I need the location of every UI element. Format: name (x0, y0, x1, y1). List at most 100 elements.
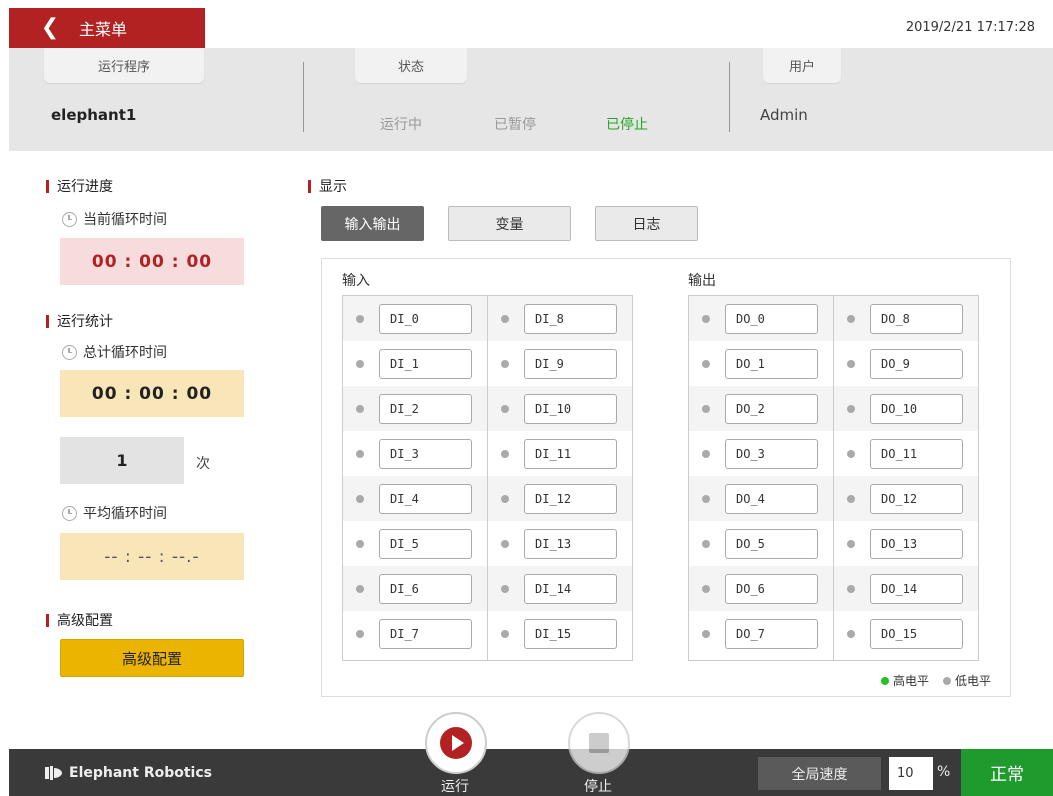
level-indicator-dot-icon (847, 404, 855, 413)
output-field[interactable]: DO_4 (725, 483, 818, 514)
output-field[interactable]: DO_14 (870, 573, 963, 604)
output-row: DO_0 (689, 296, 833, 341)
input-field[interactable]: DI_4 (379, 483, 472, 514)
output-field[interactable]: DO_10 (870, 393, 963, 424)
top-bar: ❮ 主菜单 2019/2/21 17:17:28 (9, 8, 1053, 48)
advanced-config-button[interactable]: 高级配置 (60, 639, 244, 677)
tab-variables[interactable]: 变量 (448, 206, 571, 241)
input-field[interactable]: DI_15 (524, 618, 617, 649)
input-row: DI_13 (488, 521, 632, 566)
input-field[interactable]: DI_11 (524, 438, 617, 469)
low-level-dot-icon (942, 676, 951, 685)
input-field[interactable]: DI_14 (524, 573, 617, 604)
input-field[interactable]: DI_6 (379, 573, 472, 604)
output-row: DO_6 (689, 566, 833, 611)
input-field[interactable]: DI_10 (524, 393, 617, 424)
run-button[interactable] (425, 712, 487, 774)
avg-cycle-label-text: 平均循环时间 (83, 506, 167, 522)
output-title: 输出 (688, 273, 716, 289)
output-field[interactable]: DO_15 (870, 618, 963, 649)
avg-cycle-time: -- : -- : --.- (60, 533, 244, 580)
input-field[interactable]: DI_7 (379, 618, 472, 649)
stop-icon (589, 733, 609, 753)
level-indicator-dot-icon (356, 359, 364, 368)
level-indicator-dot-icon (847, 539, 855, 548)
output-field[interactable]: DO_6 (725, 573, 818, 604)
output-row: DO_12 (834, 476, 978, 521)
input-field[interactable]: DI_9 (524, 348, 617, 379)
input-title: 输入 (342, 273, 370, 289)
output-field[interactable]: DO_12 (870, 483, 963, 514)
output-field[interactable]: DO_7 (725, 618, 818, 649)
input-field[interactable]: DI_0 (379, 303, 472, 334)
progress-title-text: 运行进度 (57, 179, 113, 195)
input-field[interactable]: DI_13 (524, 528, 617, 559)
output-field[interactable]: DO_8 (870, 303, 963, 334)
output-row: DO_9 (834, 341, 978, 386)
level-indicator-dot-icon (847, 629, 855, 638)
output-field[interactable]: DO_1 (725, 348, 818, 379)
avg-cycle-label: 平均循环时间 (62, 503, 167, 523)
input-row: DI_3 (343, 431, 487, 476)
input-column: DI_8 DI_9 DI_10 DI_11 DI_12 DI_13 DI_14 DI_15 (487, 295, 633, 661)
level-indicator-dot-icon (501, 494, 509, 503)
input-field[interactable]: DI_2 (379, 393, 472, 424)
status-header: 运行程序 elephant1 状态 运行中 已暂停 已停止 用户 Admin (9, 48, 1053, 151)
input-field[interactable]: DI_8 (524, 303, 617, 334)
level-indicator-dot-icon (356, 404, 364, 413)
output-field[interactable]: DO_3 (725, 438, 818, 469)
input-row: DI_10 (488, 386, 632, 431)
output-field[interactable]: DO_13 (870, 528, 963, 559)
input-row: DI_12 (488, 476, 632, 521)
output-field[interactable]: DO_0 (725, 303, 818, 334)
state-tab: 状态 (355, 48, 467, 83)
tab-io[interactable]: 输入输出 (321, 206, 424, 241)
output-row: DO_1 (689, 341, 833, 386)
divider (729, 62, 730, 132)
level-indicator-dot-icon (501, 629, 509, 638)
back-to-main-menu-button[interactable]: ❮ 主菜单 (9, 8, 205, 48)
section-marker (46, 314, 49, 328)
level-indicator-dot-icon (702, 584, 710, 593)
status-indicator: 正常 (961, 749, 1053, 796)
output-row: DO_15 (834, 611, 978, 656)
output-field[interactable]: DO_2 (725, 393, 818, 424)
input-row: DI_0 (343, 296, 487, 341)
output-field[interactable]: DO_9 (870, 348, 963, 379)
total-cycle-label-text: 总计循环时间 (83, 345, 167, 361)
output-column: DO_8 DO_9 DO_10 DO_11 DO_12 DO_13 DO_14 DO_15 (833, 295, 979, 661)
output-field[interactable]: DO_11 (870, 438, 963, 469)
global-speed-input[interactable]: 10 (889, 757, 933, 790)
global-speed-label: 全局速度 (758, 757, 881, 790)
output-field[interactable]: DO_5 (725, 528, 818, 559)
current-cycle-label: 当前循环时间 (62, 209, 167, 229)
speed-unit: % (937, 764, 951, 780)
stop-button[interactable] (568, 712, 630, 774)
input-field[interactable]: DI_5 (379, 528, 472, 559)
output-row: DO_7 (689, 611, 833, 656)
stats-title-text: 运行统计 (57, 314, 113, 330)
level-indicator-dot-icon (702, 404, 710, 413)
level-indicator-dot-icon (847, 584, 855, 593)
input-field[interactable]: DI_1 (379, 348, 472, 379)
input-row: DI_5 (343, 521, 487, 566)
level-indicator-dot-icon (847, 449, 855, 458)
tab-log[interactable]: 日志 (595, 206, 698, 241)
advanced-title-text: 高级配置 (57, 613, 113, 629)
output-row: DO_13 (834, 521, 978, 566)
input-row: DI_6 (343, 566, 487, 611)
legend-low: 低电平 (942, 672, 991, 689)
level-indicator-dot-icon (356, 584, 364, 593)
program-name: elephant1 (51, 106, 137, 124)
level-indicator-dot-icon (356, 629, 364, 638)
high-level-dot-icon (880, 676, 889, 685)
section-marker (46, 179, 49, 193)
level-indicator-dot-icon (501, 539, 509, 548)
level-indicator-dot-icon (356, 494, 364, 503)
level-indicator-dot-icon (702, 449, 710, 458)
cycle-count-unit: 次 (196, 456, 210, 472)
level-indicator-dot-icon (847, 314, 855, 323)
output-row: DO_2 (689, 386, 833, 431)
input-field[interactable]: DI_12 (524, 483, 617, 514)
input-field[interactable]: DI_3 (379, 438, 472, 469)
